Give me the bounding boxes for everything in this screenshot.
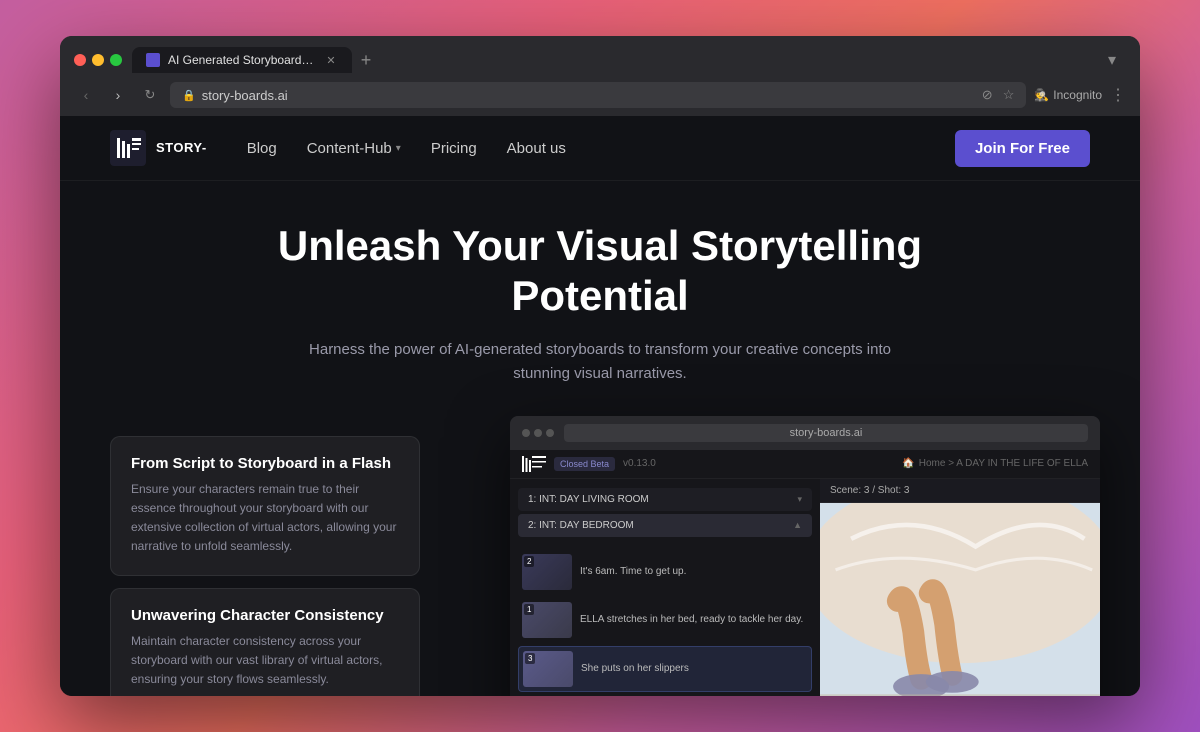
feature-title-2: Unwavering Character Consistency [131, 607, 399, 624]
refresh-button[interactable]: ↻ [138, 83, 162, 107]
shot-text-3: She puts on her slippers [581, 663, 807, 674]
tab-bar: AI Generated Storyboards Fo... ✕ + [132, 46, 1088, 74]
fullscreen-button[interactable] [110, 54, 122, 66]
join-free-button[interactable]: Join For Free [955, 130, 1090, 167]
inner-app-nav: Closed Beta v0.13.0 🏠 Home > A DAY IN TH… [510, 450, 1100, 479]
feature-title-1: From Script to Storyboard in a Flash [131, 455, 399, 472]
nav-pricing[interactable]: Pricing [431, 140, 477, 157]
shot-thumb-3: 3 [523, 651, 573, 687]
address-actions: ⊘ ☆ [982, 87, 1015, 103]
nav-content-hub[interactable]: Content-Hub ▾ [307, 140, 401, 157]
nav-links: Blog Content-Hub ▾ Pricing About us [247, 140, 955, 157]
inner-logo-icon [522, 456, 546, 472]
titlebar: AI Generated Storyboards Fo... ✕ + ▾ [60, 36, 1140, 82]
logo-icon [110, 130, 146, 166]
inner-url: story-boards.ai [564, 424, 1088, 442]
home-icon: 🏠 [902, 458, 914, 469]
new-tab-button[interactable]: + [352, 46, 380, 74]
browser-options-button[interactable]: ⋮ [1110, 85, 1126, 105]
star-icon: ☆ [1003, 87, 1015, 103]
cast-icon: ⊘ [982, 87, 993, 103]
feature-desc-1: Ensure your characters remain true to th… [131, 480, 399, 557]
inner-breadcrumb: 🏠 Home > A DAY IN THE LIFE OF ELLA [902, 458, 1088, 469]
close-button[interactable] [74, 54, 86, 66]
nav-about[interactable]: About us [507, 140, 566, 157]
incognito-label: Incognito [1053, 88, 1102, 102]
url-text: story-boards.ai [202, 88, 976, 103]
incognito-badge: 🕵 Incognito [1034, 88, 1102, 102]
shot-item-1[interactable]: 2 It's 6am. Time to get up. [518, 550, 812, 594]
scene-chevron-2: ▲ [793, 520, 802, 530]
shot-item-3[interactable]: 3 She puts on her slippers [518, 646, 812, 692]
inner-app-body: 1: INT: DAY LIVING ROOM ▾ 2: INT: DAY BE… [510, 479, 1100, 696]
traffic-lights [74, 54, 122, 66]
shot-num-1: 2 [524, 556, 534, 567]
inner-logo [522, 456, 546, 472]
website-content: STORY- Blog Content-Hub ▾ Pricing About … [60, 116, 1140, 696]
site-nav: STORY- Blog Content-Hub ▾ Pricing About … [60, 116, 1140, 181]
inner-dot-1 [522, 429, 530, 437]
inner-traffic-lights [522, 429, 554, 437]
feature-desc-2: Maintain character consistency across yo… [131, 632, 399, 690]
hero-title: Unleash Your Visual Storytelling Potenti… [250, 221, 950, 322]
minimize-button[interactable] [92, 54, 104, 66]
incognito-icon: 🕵 [1034, 88, 1049, 102]
chevron-down-icon: ▾ [396, 143, 401, 154]
tab-close-button[interactable]: ✕ [324, 53, 338, 67]
browser-window: AI Generated Storyboards Fo... ✕ + ▾ ‹ ›… [60, 36, 1140, 696]
inner-dot-2 [534, 429, 542, 437]
tab-favicon [146, 53, 160, 67]
browser-chrome: AI Generated Storyboards Fo... ✕ + ▾ ‹ ›… [60, 36, 1140, 116]
inner-browser-screenshot: story-boards.ai [510, 416, 1100, 696]
back-button[interactable]: ‹ [74, 83, 98, 107]
bedroom-illustration [820, 503, 1100, 696]
scene-label-1: 1: INT: DAY LIVING ROOM [528, 494, 649, 505]
shot-num-3: 3 [525, 653, 535, 664]
address-bar[interactable]: 🔒 story-boards.ai ⊘ ☆ [170, 82, 1026, 108]
shot-num-2: 1 [524, 604, 534, 615]
hero-subtitle: Harness the power of AI-generated storyb… [300, 338, 900, 386]
beta-badge: Closed Beta [554, 457, 615, 471]
shot-thumb-2: 1 [522, 602, 572, 638]
hero-section: Unleash Your Visual Storytelling Potenti… [60, 181, 1140, 696]
feature-card-1: From Script to Storyboard in a Flash Ens… [110, 436, 420, 576]
browser-menu-button[interactable]: ▾ [1098, 46, 1126, 74]
shot-text-1: It's 6am. Time to get up. [580, 566, 808, 577]
scene-detail-info: Scene: 3 / Shot: 3 [820, 479, 1100, 503]
feature-card-2: Unwavering Character Consistency Maintai… [110, 588, 420, 696]
scene-label-2: 2: INT: DAY BEDROOM [528, 520, 634, 531]
scene-list: 1: INT: DAY LIVING ROOM ▾ 2: INT: DAY BE… [510, 479, 820, 546]
inner-dot-3 [546, 429, 554, 437]
forward-button[interactable]: › [106, 83, 130, 107]
breadcrumb-text: Home > A DAY IN THE LIFE OF ELLA [919, 458, 1088, 469]
site-logo[interactable]: STORY- [110, 130, 207, 166]
inner-left-panel: 1: INT: DAY LIVING ROOM ▾ 2: INT: DAY BE… [510, 479, 820, 696]
address-bar-row: ‹ › ↻ 🔒 story-boards.ai ⊘ ☆ 🕵 Incognito … [60, 82, 1140, 116]
scene-chevron-1: ▾ [797, 494, 802, 505]
active-tab[interactable]: AI Generated Storyboards Fo... ✕ [132, 47, 352, 73]
detail-image [820, 503, 1100, 696]
app-preview-container: From Script to Storyboard in a Flash Ens… [80, 416, 1120, 696]
inner-right-panel: Scene: 3 / Shot: 3 [820, 479, 1100, 696]
version-text: v0.13.0 [623, 458, 656, 469]
shot-item-2[interactable]: 1 ELLA stretches in her bed, ready to ta… [518, 598, 812, 642]
tab-title: AI Generated Storyboards Fo... [168, 53, 316, 67]
lock-icon: 🔒 [182, 89, 196, 102]
inner-browser-chrome: story-boards.ai [510, 416, 1100, 450]
logo-text: STORY- [156, 140, 207, 156]
scene-row-2[interactable]: 2: INT: DAY BEDROOM ▲ [518, 514, 812, 537]
feature-cards: From Script to Storyboard in a Flash Ens… [110, 436, 420, 696]
shot-thumb-1: 2 [522, 554, 572, 590]
shot-list: 2 It's 6am. Time to get up. 1 [510, 550, 820, 692]
shot-text-2: ELLA stretches in her bed, ready to tack… [580, 614, 808, 625]
nav-blog[interactable]: Blog [247, 140, 277, 157]
scene-row-1[interactable]: 1: INT: DAY LIVING ROOM ▾ [518, 488, 812, 511]
